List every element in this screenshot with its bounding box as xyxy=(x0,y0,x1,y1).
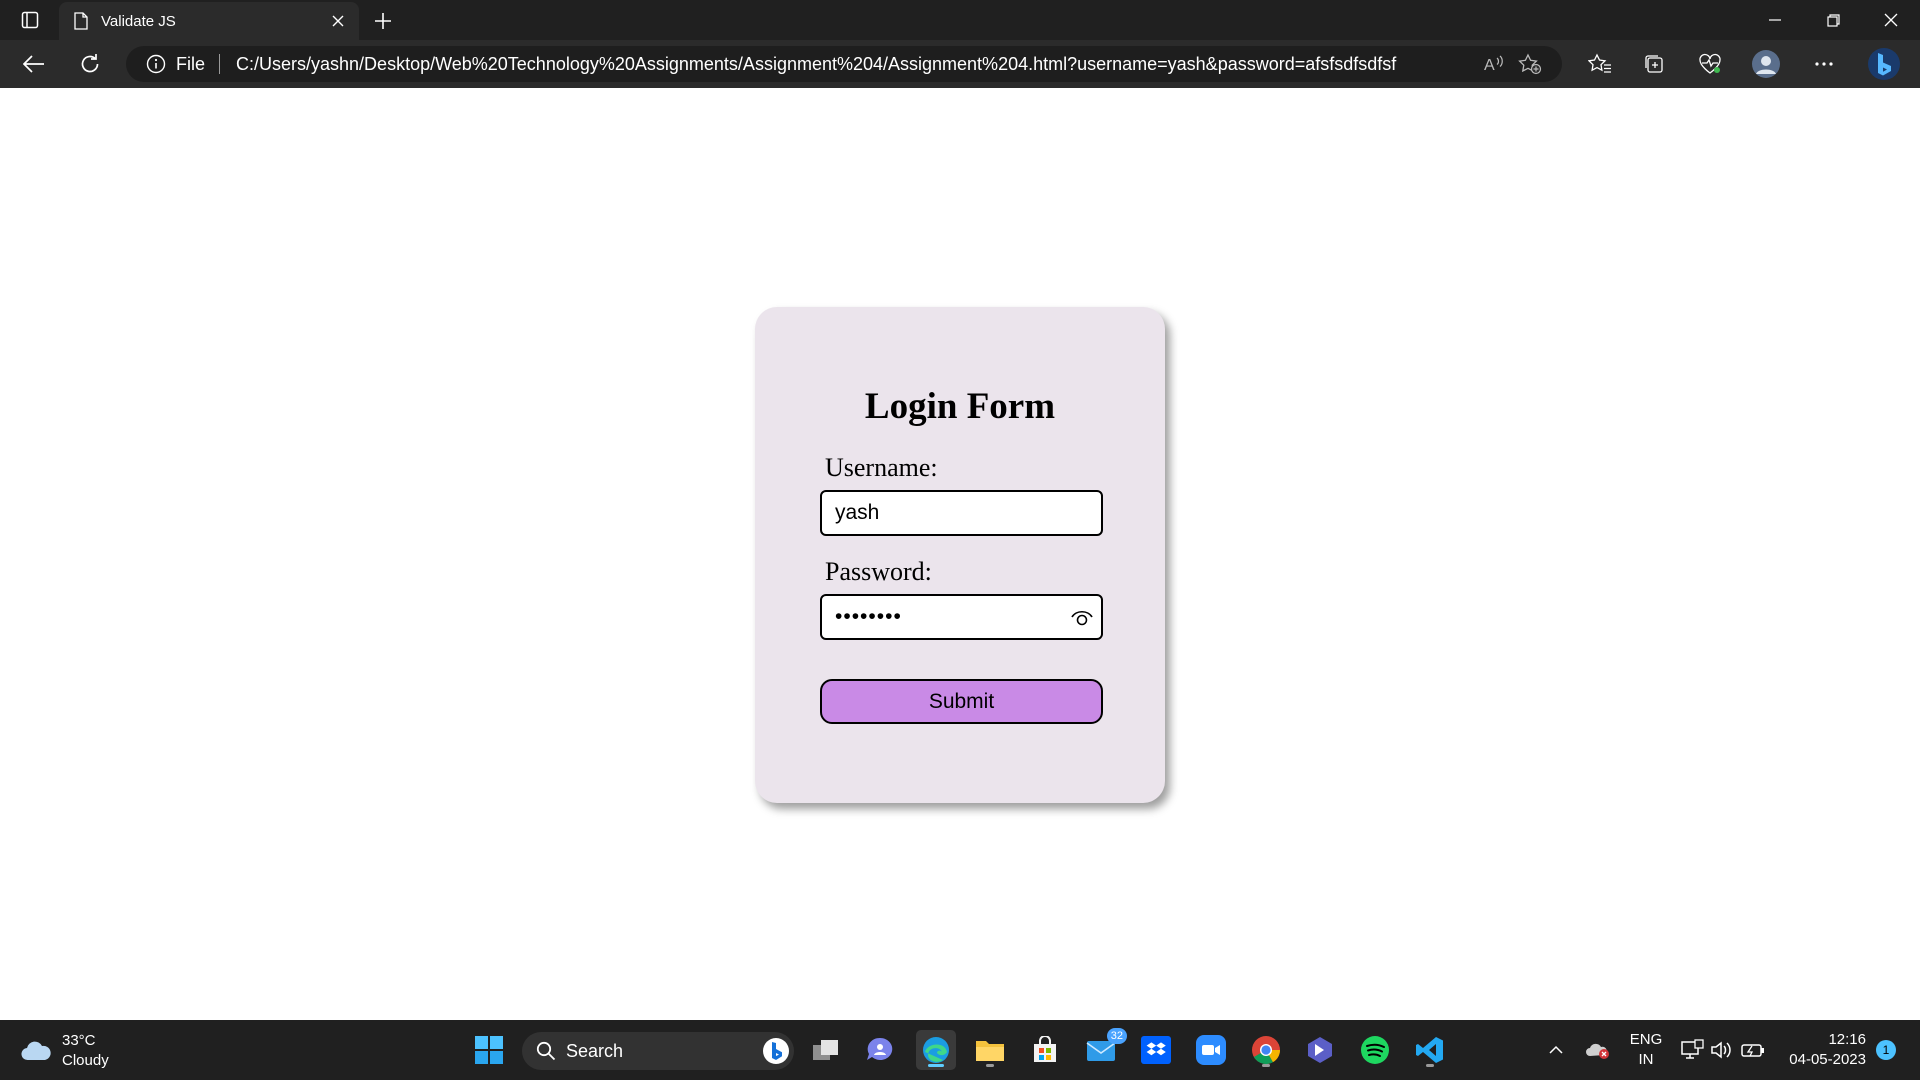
info-icon[interactable] xyxy=(146,54,166,74)
minimize-icon[interactable] xyxy=(1746,0,1804,40)
bing-copilot-icon[interactable] xyxy=(1866,48,1902,80)
reveal-password-icon[interactable] xyxy=(1069,605,1095,631)
browser-toolbar: File C:/Users/yashn/Desktop/Web%20Techno… xyxy=(0,40,1920,88)
windows-taskbar: 33°C Cloudy Search 32 ENG IN 12:16 04-05… xyxy=(0,1020,1920,1080)
username-value: yash xyxy=(835,501,880,524)
show-hidden-icons-chevron-icon[interactable] xyxy=(1536,1030,1576,1070)
username-label: Username: xyxy=(825,453,938,482)
submit-button[interactable]: Submit xyxy=(820,679,1103,724)
mail-icon[interactable]: 32 xyxy=(1081,1028,1127,1070)
browser-tab-bar: Validate JS xyxy=(0,0,1920,40)
language-indicator[interactable]: ENG IN xyxy=(1622,1030,1670,1070)
refresh-icon[interactable] xyxy=(72,48,108,80)
weather-description: Cloudy xyxy=(62,1052,109,1069)
password-value: •••••••• xyxy=(835,605,902,628)
language-code: ENG xyxy=(1629,1031,1663,1048)
browser-essentials-icon[interactable] xyxy=(1692,48,1728,80)
open-indicator xyxy=(1426,1064,1434,1067)
file-explorer-icon[interactable] xyxy=(970,1030,1010,1070)
new-tab-icon[interactable] xyxy=(368,6,398,36)
task-view-icon[interactable] xyxy=(806,1030,846,1070)
address-bar[interactable]: File C:/Users/yashn/Desktop/Web%20Techno… xyxy=(126,46,1562,82)
more-options-icon[interactable] xyxy=(1806,48,1842,80)
spotify-icon[interactable] xyxy=(1355,1030,1395,1070)
address-url[interactable]: C:/Users/yashn/Desktop/Web%20Technology%… xyxy=(236,54,1476,75)
power-automate-icon[interactable] xyxy=(1300,1030,1340,1070)
close-window-icon[interactable] xyxy=(1862,0,1920,40)
address-scheme-label: File xyxy=(176,53,206,74)
tab-actions-icon[interactable] xyxy=(12,8,48,32)
search-icon xyxy=(536,1041,556,1061)
language-region: IN xyxy=(1638,1051,1654,1068)
microsoft-store-icon[interactable] xyxy=(1025,1030,1065,1070)
collections-icon[interactable] xyxy=(1636,48,1672,80)
read-aloud-icon[interactable]: A xyxy=(1476,48,1512,80)
password-label: Password: xyxy=(825,557,932,586)
teams-chat-icon[interactable] xyxy=(860,1030,900,1070)
battery-icon[interactable] xyxy=(1733,1030,1773,1070)
clock[interactable]: 12:16 04-05-2023 xyxy=(1776,1030,1866,1070)
add-favorite-icon[interactable] xyxy=(1512,48,1548,80)
mail-badge: 32 xyxy=(1106,1028,1127,1044)
back-icon[interactable] xyxy=(16,48,52,80)
search-placeholder: Search xyxy=(566,1040,624,1061)
notification-center[interactable]: 1 xyxy=(1866,1030,1906,1070)
notification-badge: 1 xyxy=(1876,1040,1896,1060)
onedrive-error-icon[interactable] xyxy=(1578,1030,1618,1070)
start-icon[interactable] xyxy=(469,1030,509,1070)
browser-tab-active[interactable]: Validate JS xyxy=(59,2,359,40)
open-indicator xyxy=(1262,1064,1270,1067)
tab-title: Validate JS xyxy=(101,12,176,30)
login-form-card: Login Form Username: yash Password: ••••… xyxy=(755,307,1165,803)
restore-icon[interactable] xyxy=(1804,0,1862,40)
form-title: Login Form xyxy=(864,386,1056,427)
chrome-icon[interactable] xyxy=(1246,1030,1286,1070)
zoom-icon[interactable] xyxy=(1191,1030,1231,1070)
bing-search-icon xyxy=(763,1038,789,1064)
profile-avatar[interactable] xyxy=(1748,48,1784,80)
svg-text:A: A xyxy=(1484,57,1495,74)
clock-date: 04-05-2023 xyxy=(1789,1051,1866,1068)
active-indicator xyxy=(928,1064,944,1067)
weather-temperature: 33°C xyxy=(62,1032,96,1049)
open-indicator xyxy=(986,1064,994,1067)
password-input[interactable]: •••••••• xyxy=(820,594,1103,640)
tab-close-icon[interactable] xyxy=(323,6,353,36)
address-separator xyxy=(219,54,221,74)
edge-taskbar-icon[interactable] xyxy=(916,1030,956,1070)
dropbox-icon[interactable] xyxy=(1136,1030,1176,1070)
vscode-icon[interactable] xyxy=(1410,1030,1450,1070)
taskbar-search-box[interactable]: Search xyxy=(522,1032,794,1070)
weather-widget[interactable]: 33°C Cloudy xyxy=(20,1030,130,1072)
favorites-icon[interactable] xyxy=(1582,48,1618,80)
cloud-icon xyxy=(21,1041,51,1061)
page-icon xyxy=(74,12,88,30)
page-viewport: Login Form Username: yash Password: ••••… xyxy=(0,88,1920,1020)
username-input[interactable]: yash xyxy=(820,490,1103,536)
clock-time: 12:16 xyxy=(1828,1031,1866,1048)
